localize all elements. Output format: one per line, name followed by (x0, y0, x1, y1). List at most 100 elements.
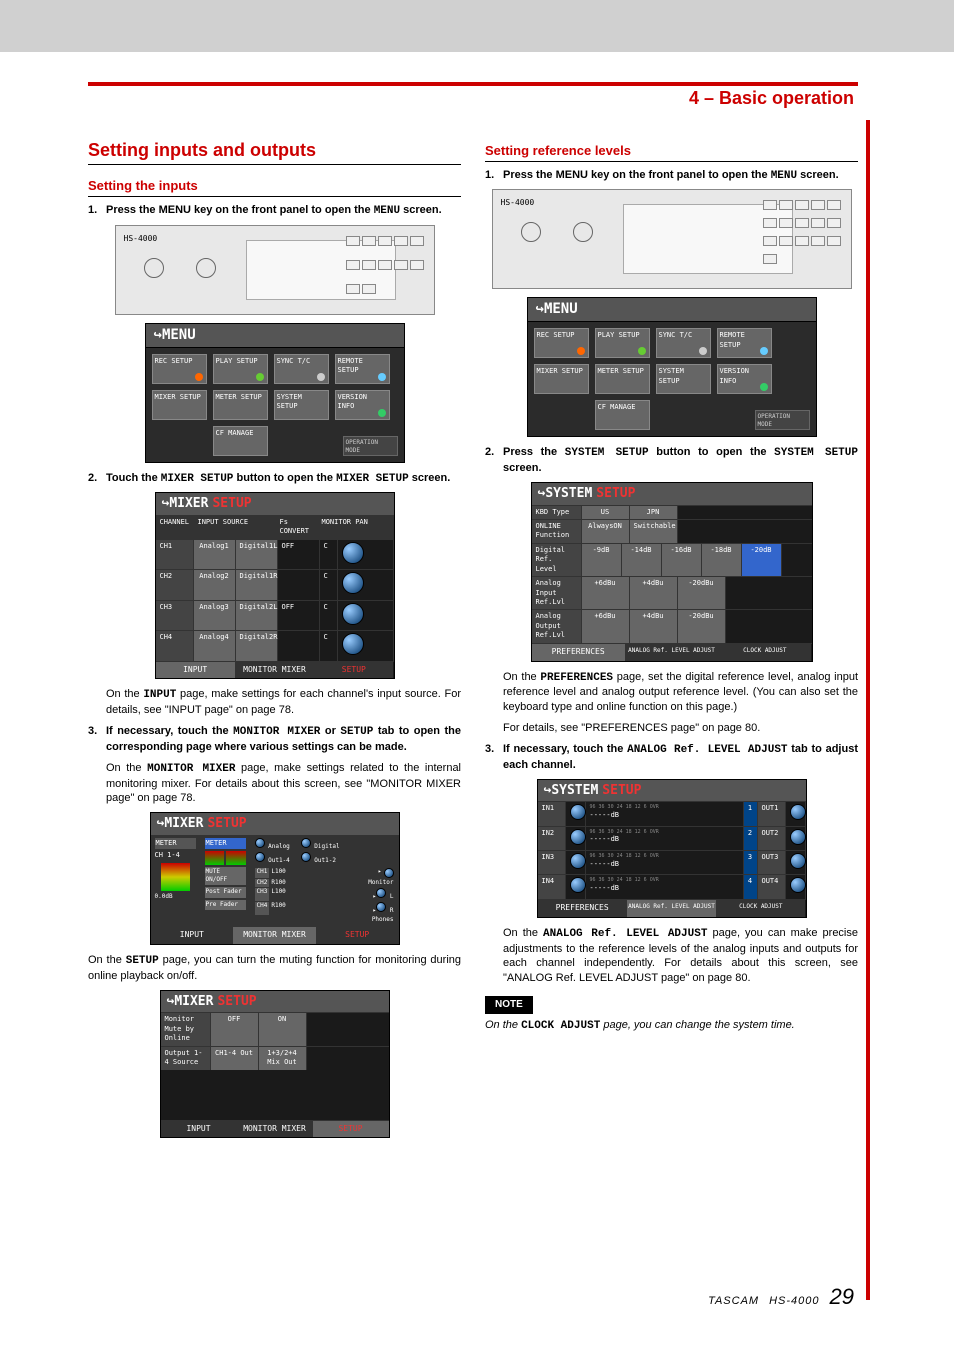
menu-item: VERSION INFO (335, 390, 390, 420)
right-accent-bar (866, 120, 870, 1300)
jog-wheel-icon (573, 222, 593, 242)
jog-wheel-icon (196, 258, 216, 278)
menu-item: REMOTE SETUP (717, 328, 772, 358)
subsection-heading: Setting reference levels (485, 142, 858, 162)
menu-item: SYSTEM SETUP (274, 390, 329, 420)
tab-clock-adjust: CLOCK ADJUST (718, 644, 811, 661)
menu-item: REC SETUP (152, 354, 207, 384)
step-text: Press the SYSTEM SETUP button to open th… (503, 445, 858, 476)
mixer-setup-monitor-screenshot: ↪MIXER SETUP METER CH 1-4 0.0dB METER MU… (150, 812, 400, 945)
device-buttons-icon (346, 236, 426, 306)
page-footer: TASCAM HS-4000 29 (708, 1284, 854, 1310)
right-column: Setting reference levels 1. Press the ME… (485, 138, 858, 1146)
step-number: 3. (485, 742, 503, 773)
knob-icon (255, 852, 265, 862)
menu-title: MENU (544, 301, 578, 317)
step-text: If necessary, touch the MONITOR MIXER or… (106, 724, 461, 755)
body-text: On the INPUT page, make settings for eac… (106, 687, 461, 718)
tab-input: INPUT (156, 662, 235, 679)
knob-icon (790, 877, 806, 893)
tab-monitor-mixer: MONITOR MIXER (233, 927, 316, 944)
knob-icon (301, 852, 311, 862)
post-fader-button: Post Fader (205, 887, 246, 897)
jog-wheel-icon (521, 222, 541, 242)
meter-label: METER (155, 838, 196, 849)
mixer-setup-input-screenshot: ↪MIXER SETUP CHANNEL INPUT SOURCE Fs CON… (155, 492, 395, 679)
system-setup-preferences-screenshot: ↪SYSTEM SETUP KBD TypeUSJPN ONLINE Funct… (531, 482, 813, 662)
menu-item: OPERATION MODE (755, 410, 810, 430)
menu-item: OPERATION MODE (343, 436, 398, 456)
meter-label: METER (205, 838, 246, 849)
knob-icon (376, 888, 386, 898)
menu-item: VERSION INFO (717, 364, 772, 394)
device-label: HS-4000 (124, 234, 158, 245)
step-number: 2. (485, 445, 503, 476)
body-text: On the MONITOR MIXER page, make settings… (106, 761, 461, 807)
body-text: On the ANALOG Ref. LEVEL ADJUST page, yo… (503, 926, 858, 986)
section-heading: Setting inputs and outputs (88, 138, 461, 165)
menu-item: CF MANAGE (213, 426, 268, 456)
step-number: 3. (88, 724, 106, 755)
knob-icon (790, 804, 806, 820)
step-text: Press the MENU key on the front panel to… (106, 203, 461, 219)
knob-icon (570, 853, 586, 869)
subsection-heading: Setting the inputs (88, 177, 461, 197)
knob-icon (790, 853, 806, 869)
menu-item: MIXER SETUP (534, 364, 589, 394)
knob-icon (570, 877, 586, 893)
tab-analog-ref: ANALOG Ref. LEVEL ADJUST (625, 644, 718, 661)
mixer-setup-setup-screenshot: ↪MIXER SETUP Monitor Mute by OnlineOFFON… (160, 990, 390, 1139)
step-text: Touch the MIXER SETUP button to open the… (106, 471, 461, 487)
menu-item: METER SETUP (213, 390, 268, 420)
step-number: 2. (88, 471, 106, 487)
pan-knob-icon (342, 572, 364, 594)
body-text: On the SETUP page, you can turn the muti… (88, 953, 461, 984)
knob-icon (570, 829, 586, 845)
page-number: 29 (830, 1284, 854, 1310)
menu-item: SYNC T/C (656, 328, 711, 358)
menu-item: MIXER SETUP (152, 390, 207, 420)
tab-input: INPUT (161, 1121, 237, 1138)
note-badge: NOTE (485, 996, 533, 1014)
body-text: For details, see "PREFERENCES page" on p… (503, 721, 858, 736)
tab-setup: SETUP (316, 927, 399, 944)
menu-screenshot: ↪MENU REC SETUP PLAY SETUP SYNC T/C REMO… (527, 297, 817, 437)
knob-icon (384, 868, 394, 878)
accent-line (88, 82, 858, 86)
tab-analog-ref: ANALOG Ref. LEVEL ADJUST (627, 900, 716, 917)
left-column: Setting inputs and outputs Setting the i… (88, 138, 461, 1146)
tab-preferences: PREFERENCES (538, 900, 627, 917)
knob-icon (570, 804, 586, 820)
device-label: HS-4000 (501, 198, 535, 209)
body-text: On the PREFERENCES page, set the digital… (503, 670, 858, 716)
ch-label: CH 1-4 (155, 851, 196, 860)
system-setup-level-adjust-screenshot: ↪SYSTEM SETUP IN196 36 30 24 18 12 6 OVR… (537, 779, 807, 918)
menu-item: METER SETUP (595, 364, 650, 394)
footer-model: HS-4000 (769, 1295, 819, 1307)
device-buttons-icon (763, 200, 843, 270)
tab-setup: SETUP (313, 1121, 389, 1138)
tab-setup: SETUP (314, 662, 393, 679)
menu-item: PLAY SETUP (213, 354, 268, 384)
pan-knob-icon (342, 542, 364, 564)
db-label: 0.0dB (155, 893, 196, 901)
step-text: If necessary, touch the ANALOG Ref. LEVE… (503, 742, 858, 773)
step-number: 1. (88, 203, 106, 219)
knob-icon (301, 838, 311, 848)
tab-monitor-mixer: MONITOR MIXER (235, 662, 314, 679)
menu-screenshot: ↪MENU REC SETUP PLAY SETUP SYNC T/C REMO… (145, 323, 405, 463)
menu-item: PLAY SETUP (595, 328, 650, 358)
knob-icon (376, 902, 386, 912)
knob-icon (255, 838, 265, 848)
step-number: 1. (485, 168, 503, 184)
menu-item: CF MANAGE (595, 400, 650, 430)
menu-item: SYSTEM SETUP (656, 364, 711, 394)
menu-item: REMOTE SETUP (335, 354, 390, 384)
tab-input: INPUT (151, 927, 234, 944)
step-text: Press the MENU key on the front panel to… (503, 168, 858, 184)
footer-brand: TASCAM (708, 1295, 759, 1307)
chapter-title: 4 – Basic operation (689, 88, 854, 109)
jog-wheel-icon (144, 258, 164, 278)
menu-item: SYNC T/C (274, 354, 329, 384)
tab-clock-adjust: CLOCK ADJUST (716, 900, 805, 917)
